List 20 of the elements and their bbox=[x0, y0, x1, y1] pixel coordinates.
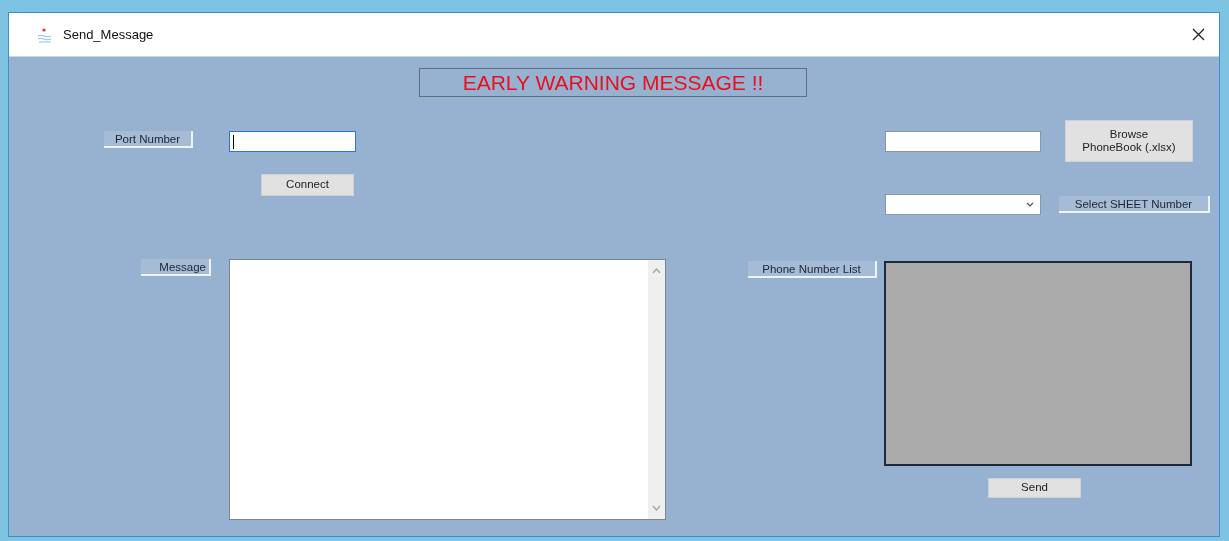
send-button[interactable]: Send bbox=[988, 478, 1081, 498]
phone-number-list[interactable] bbox=[884, 261, 1192, 466]
warning-banner: EARLY WARNING MESSAGE !! bbox=[419, 68, 807, 97]
message-field[interactable] bbox=[229, 259, 666, 520]
connect-button[interactable]: Connect bbox=[261, 174, 354, 196]
port-input[interactable] bbox=[229, 131, 356, 152]
dropdown-caret-icon bbox=[1026, 202, 1034, 207]
scroll-up-icon[interactable] bbox=[652, 268, 661, 274]
window-title: Send_Message bbox=[63, 27, 155, 42]
message-label: Message bbox=[141, 259, 211, 276]
app-icon bbox=[37, 26, 53, 43]
sheet-dropdown[interactable] bbox=[885, 194, 1041, 215]
browse-button[interactable]: Browse PhoneBook (.xlsx) bbox=[1065, 120, 1193, 162]
scroll-down-icon[interactable] bbox=[652, 505, 661, 511]
phone-list-label: Phone Number List bbox=[748, 261, 877, 278]
sheet-label: Select SHEET Number bbox=[1059, 196, 1210, 213]
scrollbar[interactable] bbox=[648, 260, 665, 519]
text-cursor bbox=[233, 134, 234, 149]
file-path-input[interactable] bbox=[885, 130, 1041, 152]
port-label: Port Number bbox=[104, 131, 193, 148]
